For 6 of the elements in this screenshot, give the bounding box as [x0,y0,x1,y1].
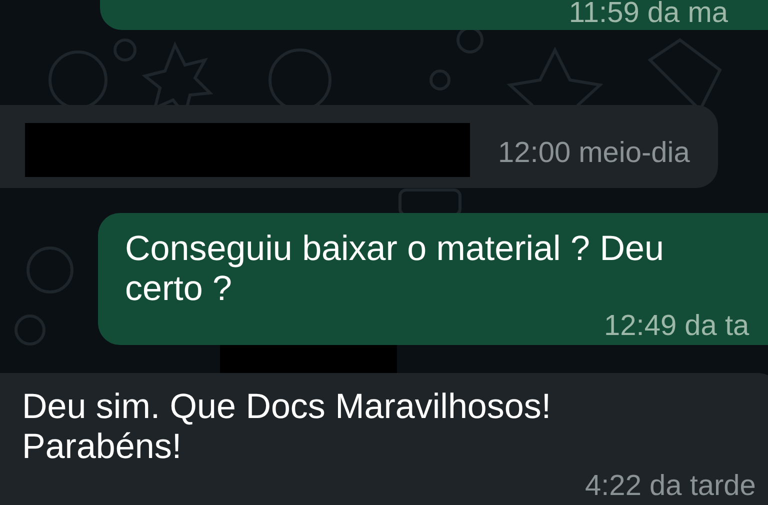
message-time: 12:49 da ta [604,312,750,341]
message-text: Conseguiu baixar o material ? Deu certo ? [125,229,665,309]
message-text: Deu sim. Que Docs Maravilhosos! Parabéns! [22,387,552,467]
message-time: 4:22 da tarde [585,472,756,501]
message-time: 11:59 da ma [568,0,728,28]
message-time: 12:00 meio-dia [498,136,690,170]
